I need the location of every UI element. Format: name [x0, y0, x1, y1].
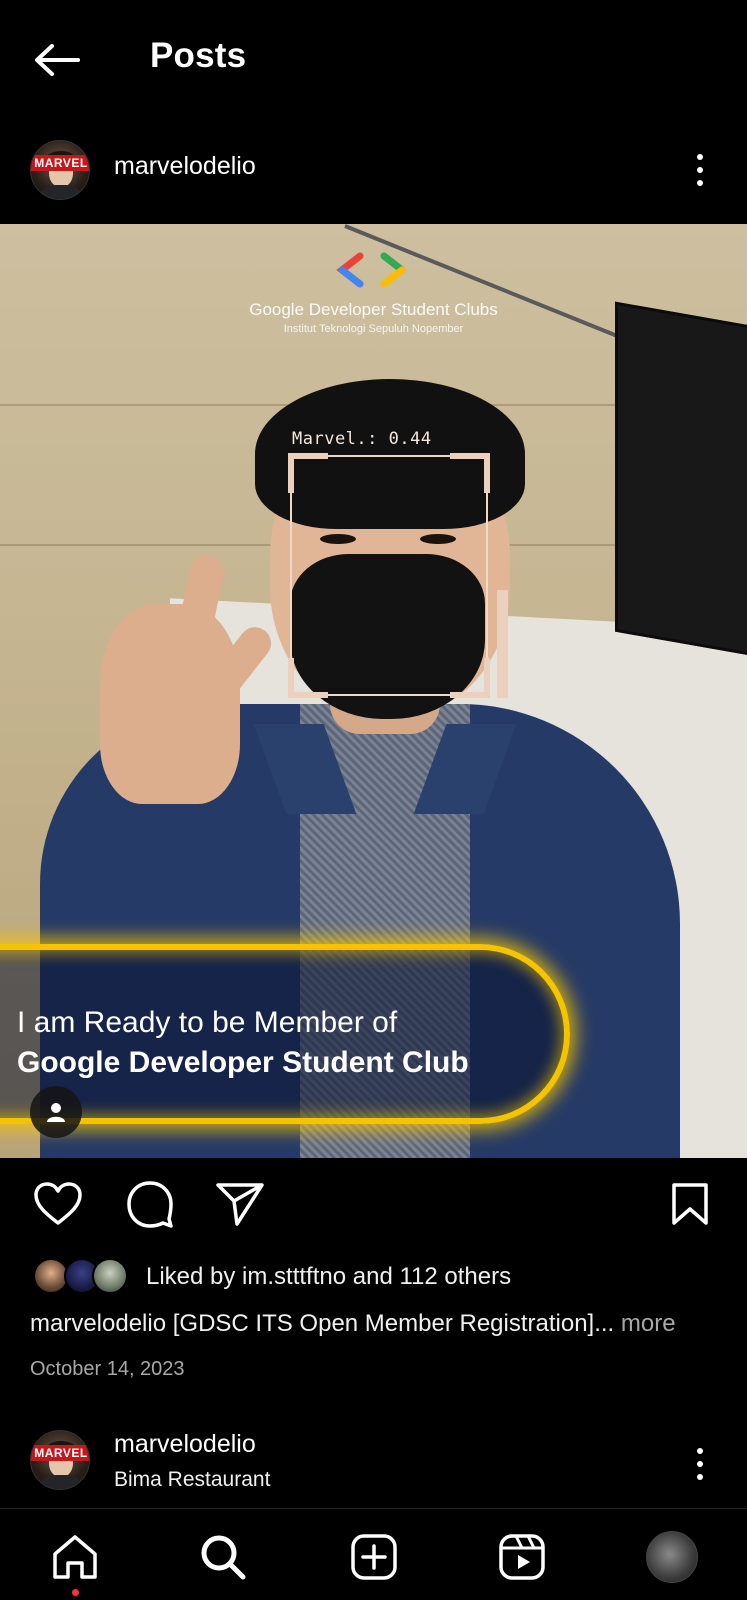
user-tag-icon: [47, 1103, 65, 1122]
banner-line-2: Google Developer Student Club: [17, 1046, 469, 1079]
liker-avatar: [92, 1258, 128, 1294]
heart-icon: [34, 1182, 82, 1225]
send-icon: [216, 1183, 264, 1226]
profile-avatar: [646, 1531, 698, 1583]
comment-button[interactable]: [122, 1176, 178, 1232]
face-detection-box: [288, 453, 490, 698]
nav-search[interactable]: [195, 1529, 251, 1585]
page-title: Posts: [150, 36, 247, 75]
bookmark-icon: [672, 1183, 708, 1225]
like-button[interactable]: [30, 1176, 86, 1232]
more-vertical-icon: [697, 1448, 703, 1454]
org-subtitle: Institut Teknologi Sepuluh Nopember: [283, 323, 464, 335]
avatar-badge: MARVEL: [31, 155, 89, 171]
nav-profile[interactable]: [644, 1529, 700, 1585]
caption-text: [GDSC ITS Open Member Registration]...: [166, 1310, 615, 1337]
next-post-header: MARVEL marvelodelio Bima Restaurant: [0, 1420, 747, 1500]
nav-reels[interactable]: [494, 1529, 550, 1585]
bottom-navigation: [0, 1508, 747, 1600]
more-options-button[interactable]: [680, 148, 720, 192]
nav-create[interactable]: [346, 1529, 402, 1585]
search-icon: [201, 1535, 246, 1580]
avatar[interactable]: MARVEL: [30, 140, 90, 200]
likes-row[interactable]: Liked by im.stttftno and 112 others: [0, 1258, 747, 1298]
avatar[interactable]: MARVEL: [30, 1430, 90, 1490]
arrow-left-icon: [35, 44, 80, 76]
caption-username[interactable]: marvelodelio: [30, 1310, 166, 1337]
likes-text[interactable]: Liked by im.stttftno and 112 others: [146, 1263, 511, 1291]
post-image[interactable]: Google Developer Student Clubs Institut …: [0, 224, 747, 1158]
comment-icon: [127, 1181, 173, 1228]
save-button[interactable]: [662, 1176, 718, 1232]
org-title: Google Developer Student Clubs: [249, 300, 498, 319]
next-post-location[interactable]: Bima Restaurant: [114, 1468, 270, 1492]
post-username[interactable]: marvelodelio: [114, 152, 256, 181]
detection-label: Marvel.: 0.44: [292, 429, 432, 449]
post-caption[interactable]: marvelodelio [GDSC ITS Open Member Regis…: [30, 1310, 676, 1338]
caption-more-link[interactable]: more: [614, 1310, 676, 1337]
share-button[interactable]: [212, 1176, 268, 1232]
gdsc-logo-icon: [336, 252, 406, 288]
next-post-username[interactable]: marvelodelio: [114, 1430, 256, 1459]
tagged-users-button[interactable]: [30, 1086, 82, 1138]
avatar-badge: MARVEL: [31, 1445, 89, 1461]
post-date: October 14, 2023: [30, 1358, 185, 1380]
reels-icon: [499, 1534, 545, 1580]
nav-home[interactable]: [47, 1529, 103, 1585]
back-button[interactable]: [30, 38, 82, 82]
banner-line-1: I am Ready to be Member of: [17, 1006, 398, 1039]
home-icon: [53, 1535, 97, 1579]
post-actions: [0, 1176, 747, 1236]
top-bar: Posts: [0, 0, 747, 118]
post-header: MARVEL marvelodelio: [0, 130, 747, 210]
more-vertical-icon: [697, 154, 703, 160]
create-icon: [351, 1534, 397, 1580]
notification-dot: [72, 1589, 79, 1596]
next-post-more-button[interactable]: [680, 1442, 720, 1486]
